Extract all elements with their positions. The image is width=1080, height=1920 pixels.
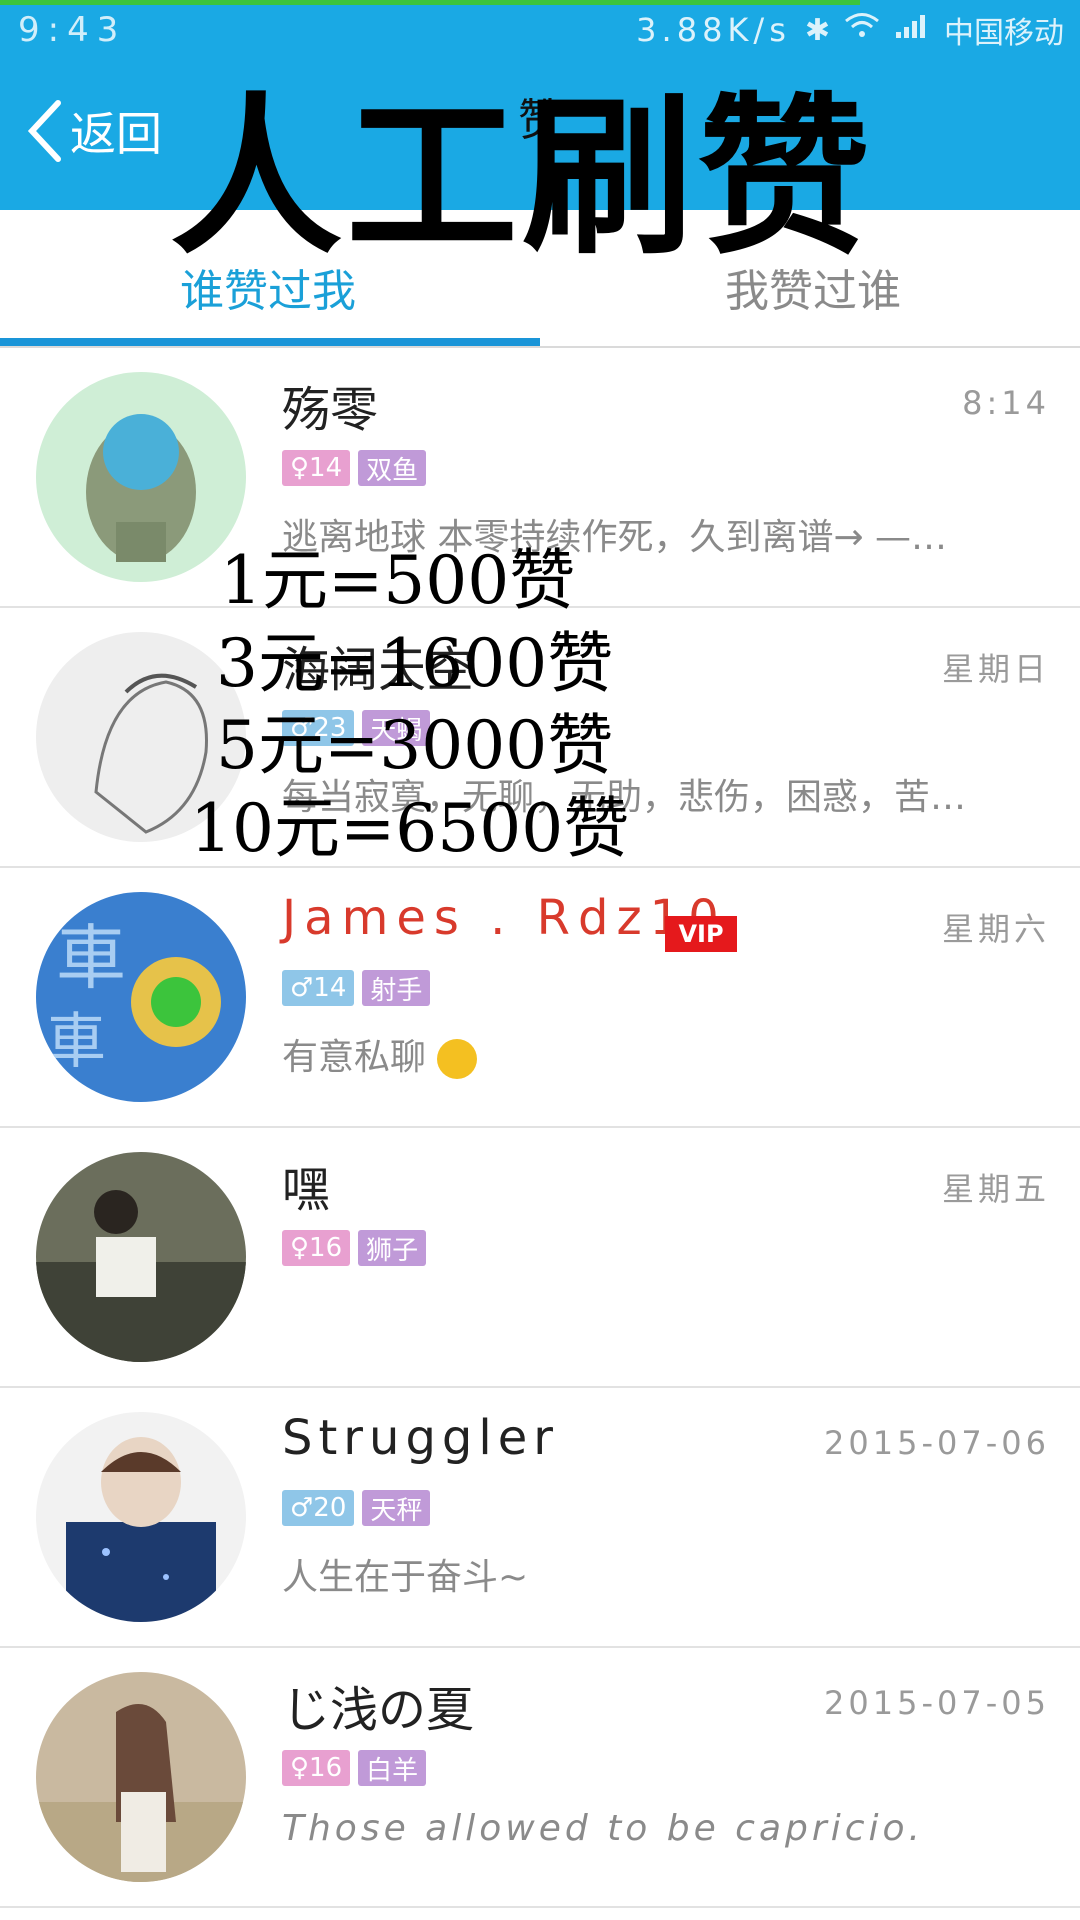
status-time: 9:43 xyxy=(18,10,127,50)
visit-time: 8:14 xyxy=(962,384,1050,422)
zodiac-badge: 狮子 xyxy=(358,1230,427,1266)
badge-group: ♀16 狮子 xyxy=(282,1230,427,1266)
list-item[interactable]: 車車 James . Rdz10 VIP 星期六 ♂14 射手 有意私聊 xyxy=(0,868,1080,1128)
user-name: 嘿 xyxy=(282,1162,331,1218)
signature: 人生在于奋斗~ xyxy=(282,1557,529,1598)
loading-line xyxy=(0,0,860,5)
price-line: 5元=3000赞 xyxy=(216,707,614,784)
user-name: Struggler xyxy=(282,1410,559,1466)
avatar[interactable] xyxy=(36,1412,246,1622)
price-list: 1元=500赞 3元=1600赞 5元=3000赞 10元=6500赞 xyxy=(190,540,629,870)
avatar[interactable]: 車車 xyxy=(36,892,246,1102)
signature-text: 有意私聊 xyxy=(282,1037,427,1078)
gender-age-badge: ♀14 xyxy=(282,450,351,486)
gender-age-badge: ♀16 xyxy=(282,1230,351,1266)
avatar[interactable] xyxy=(36,1152,246,1362)
user-name: 殇零 xyxy=(282,382,379,438)
badge-group: ♀14 双鱼 xyxy=(282,450,427,486)
zodiac-badge: 射手 xyxy=(362,970,431,1006)
visit-time: 星期五 xyxy=(941,1170,1050,1208)
avatar[interactable] xyxy=(36,1672,246,1882)
status-right: 3.88K/s ✱ 中国移动 xyxy=(636,8,1064,52)
svg-text:車: 車 xyxy=(56,917,126,999)
wifi-icon xyxy=(844,12,880,48)
signature: Those allowed to be capricio. xyxy=(282,1808,924,1849)
tab-active-indicator xyxy=(0,338,540,346)
list-item[interactable]: 嘿 星期五 ♀16 狮子 xyxy=(0,1128,1080,1388)
list-item[interactable]: Struggler 2015-07-06 ♂20 天秤 人生在于奋斗~ xyxy=(0,1388,1080,1648)
network-speed: 3.88K/s xyxy=(636,11,791,49)
zodiac-badge: 双鱼 xyxy=(358,450,427,486)
signal-icon xyxy=(894,12,930,48)
vip-badge: VIP xyxy=(665,916,737,952)
user-name: James . Rdz10 xyxy=(282,890,727,946)
price-line: 10元=6500赞 xyxy=(190,789,630,867)
back-label: 返回 xyxy=(70,107,162,161)
price-line: 1元=500赞 xyxy=(220,542,576,619)
visit-time: 星期日 xyxy=(941,650,1050,688)
gender-age-badge: ♂14 xyxy=(282,970,355,1006)
signature: 有意私聊 xyxy=(282,1028,478,1080)
visit-time: 2015-07-06 xyxy=(824,1424,1050,1462)
visit-time: 星期六 xyxy=(941,910,1050,948)
chevron-left-icon xyxy=(27,100,61,162)
badge-group: ♂14 射手 xyxy=(282,970,431,1006)
list-item[interactable]: じ浅の夏 2015-07-05 ♀16 白羊 Those allowed to … xyxy=(0,1648,1080,1908)
price-line: 3元=1600赞 xyxy=(216,624,614,702)
emoji-kiss-icon xyxy=(437,1039,478,1079)
carrier-label: 中国移动 xyxy=(944,16,1064,51)
back-button[interactable]: 返回 xyxy=(24,98,162,164)
gender-age-badge: ♂20 xyxy=(282,1490,355,1526)
badge-group: ♂20 天秤 xyxy=(282,1490,431,1526)
svg-text:車: 車 xyxy=(46,1007,106,1077)
overlay-title: 人工刷赞 xyxy=(170,77,874,278)
badge-group: ♀16 白羊 xyxy=(282,1750,427,1786)
gender-age-badge: ♀16 xyxy=(282,1750,351,1786)
visit-time: 2015-07-05 xyxy=(824,1684,1050,1722)
zodiac-badge: 天秤 xyxy=(362,1490,431,1526)
bluetooth-icon: ✱ xyxy=(804,12,830,48)
zodiac-badge: 白羊 xyxy=(358,1750,427,1786)
user-name: じ浅の夏 xyxy=(282,1682,475,1738)
